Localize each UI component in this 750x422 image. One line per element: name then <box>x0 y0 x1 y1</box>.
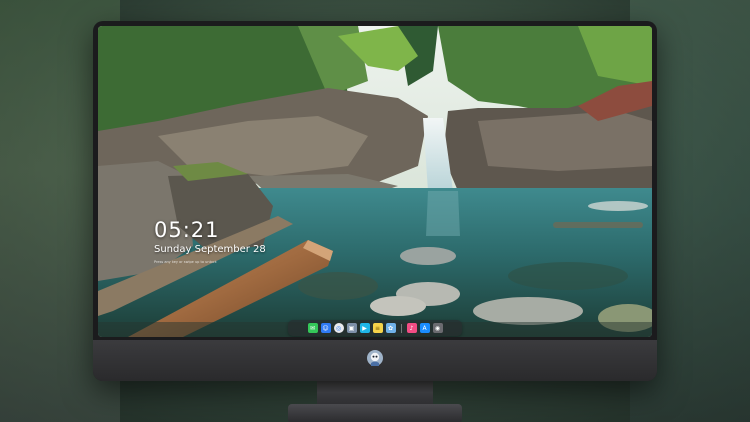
monitor-chin <box>93 340 657 381</box>
wallpaper-waterfall <box>98 26 652 337</box>
preview-icon[interactable]: ▣ <box>346 323 357 333</box>
unlock-hint: Press any key or swipe up to unlock <box>154 260 217 264</box>
dock: ✉ ☺ ◎ ▣ ▶ ≡ ✿ ♪ A ◉ <box>288 320 462 336</box>
finder-icon[interactable]: ☺ <box>320 323 331 333</box>
music-icon[interactable]: ♪ <box>406 323 417 333</box>
monitor-stand-base <box>288 404 462 422</box>
lock-screen-date: Sunday September 28 <box>154 244 266 255</box>
notes-icon[interactable]: ≡ <box>372 323 383 333</box>
lock-screen[interactable]: 05:21 Sunday September 28 Press any key … <box>98 26 652 337</box>
photos-icon[interactable]: ✿ <box>385 323 396 333</box>
app-store-icon[interactable]: A <box>419 323 430 333</box>
messages-icon[interactable]: ✉ <box>307 323 318 333</box>
lock-screen-time: 05:21 <box>154 218 220 242</box>
brand-logo-icon <box>367 350 383 366</box>
safari-icon[interactable]: ◎ <box>333 323 344 333</box>
dock-separator <box>400 323 402 333</box>
videos-icon[interactable]: ▶ <box>359 323 370 333</box>
screenshot-icon[interactable]: ◉ <box>432 323 443 333</box>
monitor: 05:21 Sunday September 28 Press any key … <box>93 21 657 381</box>
